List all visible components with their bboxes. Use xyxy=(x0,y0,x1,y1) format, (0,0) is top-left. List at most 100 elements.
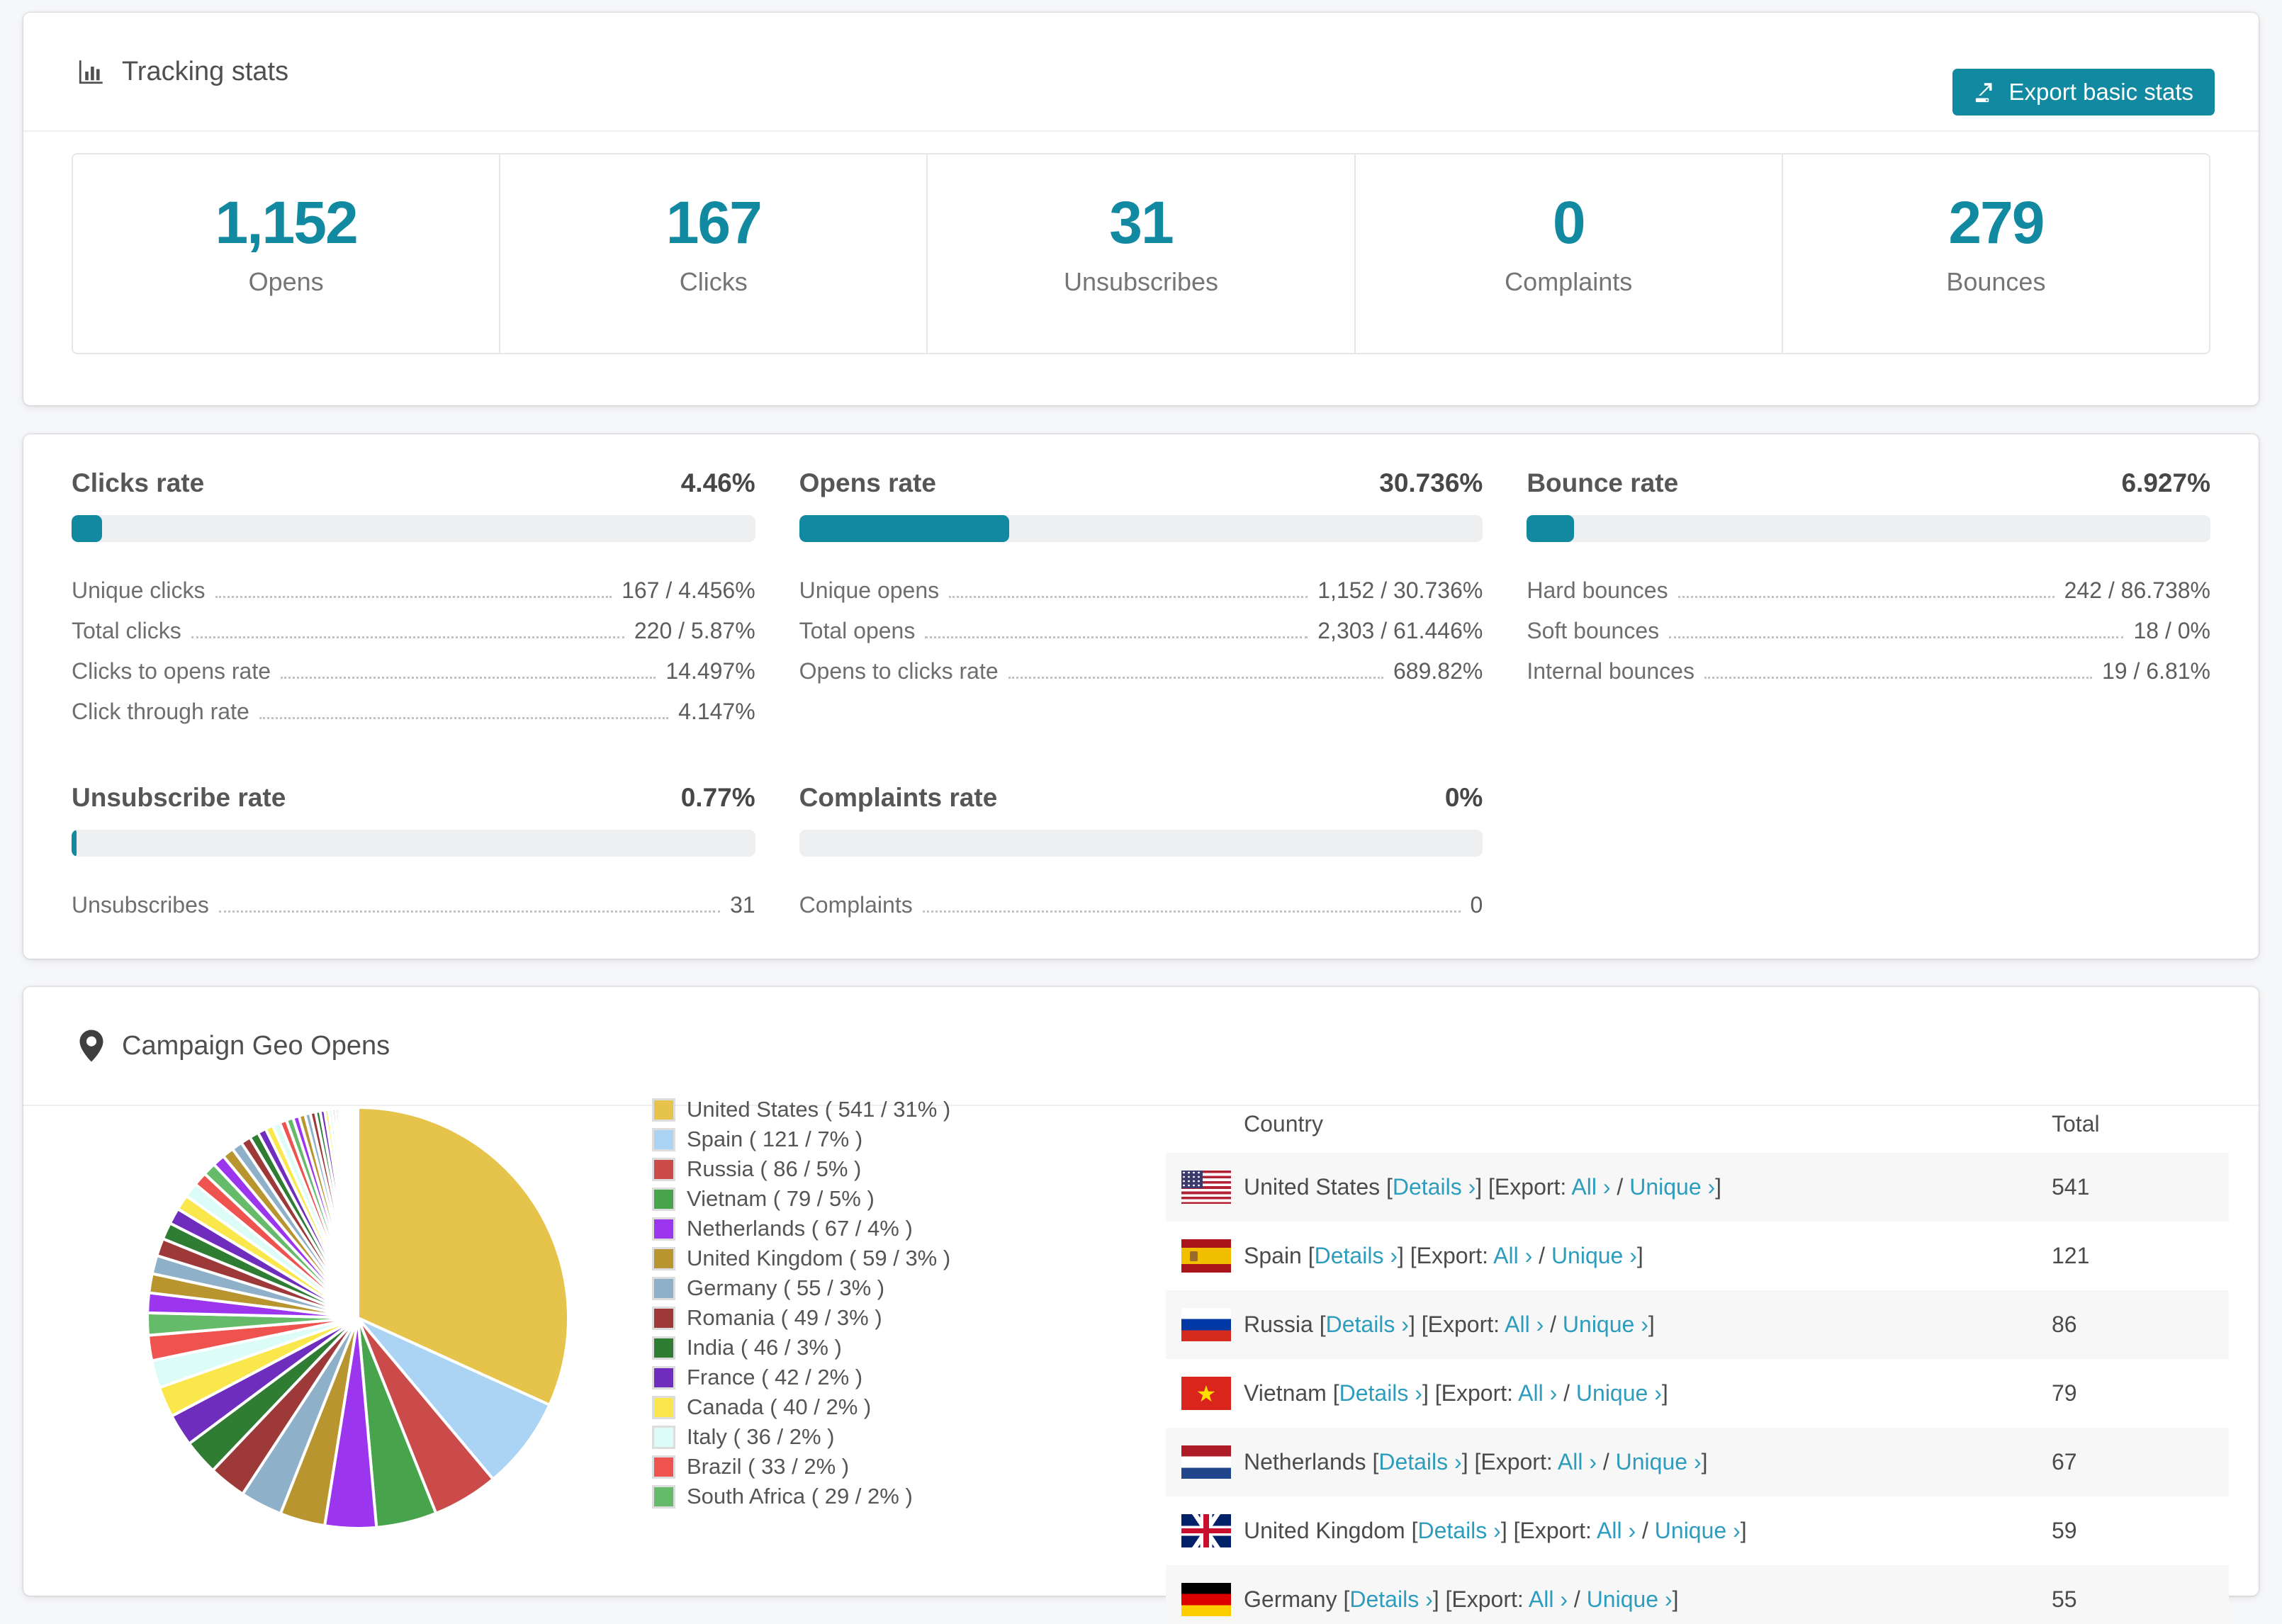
stat-label: Complaints xyxy=(1505,267,1633,296)
rate-detail-row: Hard bounces 242 / 86.738% xyxy=(1527,566,2210,607)
rate-detail-row: Total clicks 220 / 5.87% xyxy=(72,607,755,647)
table-row-nl: Netherlands [Details ›] [Export: All › /… xyxy=(1166,1428,2229,1496)
export-unique-link[interactable]: Unique › xyxy=(1563,1312,1648,1337)
flag-cell xyxy=(1166,1171,1244,1204)
rate-section-clicks-rate: Clicks rate 4.46% Unique clicks 167 / 4.456… xyxy=(72,468,755,728)
rate-section-header: Unsubscribe rate 0.77% xyxy=(72,783,755,813)
export-all-link[interactable]: All › xyxy=(1571,1174,1610,1200)
rate-progress-fill xyxy=(1527,515,1575,542)
bracket: ] [ xyxy=(1408,1312,1428,1337)
legend-label: United Kingdom ( 59 / 3% ) xyxy=(687,1246,951,1270)
stat-cell-unsubscribes: 31 Unsubscribes xyxy=(928,154,1356,353)
bracket: ] [ xyxy=(1397,1243,1417,1268)
map-pin-icon xyxy=(77,1030,106,1062)
country-cell: Vietnam [Details ›] [Export: All › / Uni… xyxy=(1244,1380,2052,1406)
legend-label: Vietnam ( 79 / 5% ) xyxy=(687,1186,875,1211)
detail-label: Total clicks xyxy=(72,618,181,643)
bracket: ] [ xyxy=(1461,1449,1481,1474)
details-link[interactable]: Details › xyxy=(1339,1380,1422,1406)
rate-progress-bar xyxy=(1527,515,2210,542)
detail-value: 1,152 / 30.736% xyxy=(1317,577,1483,603)
export-all-link[interactable]: All › xyxy=(1493,1243,1532,1268)
rate-section-header: Clicks rate 4.46% xyxy=(72,468,755,498)
details-link[interactable]: Details › xyxy=(1326,1312,1409,1337)
legend-label: Romania ( 49 / 3% ) xyxy=(687,1305,882,1330)
export-unique-link[interactable]: Unique › xyxy=(1587,1586,1673,1612)
bracket: [ xyxy=(1386,1174,1393,1200)
detail-label: Click through rate xyxy=(72,699,249,724)
legend-swatch xyxy=(652,1484,675,1509)
export-all-link[interactable]: All › xyxy=(1597,1518,1636,1543)
stat-label: Clicks xyxy=(679,267,748,296)
total-cell: 121 xyxy=(2052,1243,2090,1268)
dotted-leader xyxy=(191,636,624,638)
slash: / xyxy=(1610,1174,1630,1200)
export-unique-link[interactable]: Unique › xyxy=(1616,1449,1702,1474)
rate-detail-row: Click through rate 4.147% xyxy=(72,687,755,728)
country-column-header: Country xyxy=(1244,1110,1324,1137)
details-link[interactable]: Details › xyxy=(1349,1586,1432,1612)
export-all-link[interactable]: All › xyxy=(1558,1449,1597,1474)
tracking-stats-card: Tracking stats Export basic stats 1,152 O… xyxy=(23,13,2259,405)
stat-cell-clicks: 167 Clicks xyxy=(500,154,928,353)
export-all-link[interactable]: All › xyxy=(1505,1312,1544,1337)
dotted-leader xyxy=(949,596,1308,598)
legend-label: France ( 42 / 2% ) xyxy=(687,1365,863,1389)
legend-swatch xyxy=(652,1306,675,1330)
export-all-link[interactable]: All › xyxy=(1529,1586,1568,1612)
country-cell: Russia [Details ›] [Export: All › / Uniq… xyxy=(1244,1312,2052,1338)
export-unique-link[interactable]: Unique › xyxy=(1655,1518,1741,1543)
rate-value: 6.927% xyxy=(2121,468,2211,497)
rate-value: 4.46% xyxy=(680,468,755,497)
detail-value: 19 / 6.81% xyxy=(2102,658,2210,684)
rate-detail-row: Clicks to opens rate 14.497% xyxy=(72,647,755,687)
rate-section-header: Bounce rate 6.927% xyxy=(1527,468,2210,498)
country-name: Germany xyxy=(1244,1586,1344,1612)
rate-progress-bar xyxy=(72,515,755,542)
flag-cell xyxy=(1166,1445,1244,1479)
legend-swatch xyxy=(652,1246,675,1270)
geo-table: Country Total United States [Details ›] … xyxy=(1166,1095,2229,1624)
table-row-us: United States [Details ›] [Export: All ›… xyxy=(1166,1153,2229,1222)
rate-detail-rows: Unsubscribes 31 xyxy=(72,881,755,921)
dashboard-page: Tracking stats Export basic stats 1,152 O… xyxy=(0,0,2282,1624)
detail-label: Clicks to opens rate xyxy=(72,658,271,684)
legend-swatch xyxy=(652,1127,675,1151)
rate-section-header: Complaints rate 0% xyxy=(799,783,1483,813)
export-unique-link[interactable]: Unique › xyxy=(1629,1174,1715,1200)
table-row-de: Germany [Details ›] [Export: All › / Uni… xyxy=(1166,1565,2229,1624)
dotted-leader xyxy=(1677,596,2055,598)
country-name: United Kingdom xyxy=(1244,1518,1412,1543)
detail-label: Internal bounces xyxy=(1527,658,1694,684)
legend-item: South Africa ( 29 / 2% ) xyxy=(652,1482,950,1511)
legend-swatch xyxy=(652,1217,675,1241)
detail-value: 0 xyxy=(1470,892,1483,918)
es-flag-icon xyxy=(1181,1239,1231,1273)
geo-title: Campaign Geo Opens xyxy=(122,1030,390,1061)
rate-detail-rows: Unique clicks 167 / 4.456% Total clicks 220… xyxy=(72,566,755,728)
slash: / xyxy=(1532,1243,1551,1268)
details-link[interactable]: Details › xyxy=(1315,1243,1398,1268)
rate-detail-row: Unsubscribes 31 xyxy=(72,881,755,921)
export-all-link[interactable]: All › xyxy=(1518,1380,1557,1406)
bracket: ] xyxy=(1701,1449,1708,1474)
country-name: Netherlands xyxy=(1244,1449,1373,1474)
legend-item: United States ( 541 / 31% ) xyxy=(652,1095,950,1124)
bar-chart-icon xyxy=(77,57,106,86)
rate-section-complaints-rate: Complaints rate 0% Complaints 0 xyxy=(799,783,1483,921)
export-unique-link[interactable]: Unique › xyxy=(1551,1243,1637,1268)
export-basic-stats-button[interactable]: Export basic stats xyxy=(1952,69,2215,115)
export-unique-link[interactable]: Unique › xyxy=(1576,1380,1662,1406)
details-link[interactable]: Details › xyxy=(1393,1174,1476,1200)
rate-title: Opens rate xyxy=(799,468,936,497)
details-link[interactable]: Details › xyxy=(1378,1449,1461,1474)
bracket: [ xyxy=(1332,1380,1339,1406)
stat-cell-opens: 1,152 Opens xyxy=(73,154,501,353)
legend-item: United Kingdom ( 59 / 3% ) xyxy=(652,1244,950,1273)
details-link[interactable]: Details › xyxy=(1417,1518,1500,1543)
geo-opens-pie-chart xyxy=(146,1105,570,1530)
export-label: Export: xyxy=(1480,1449,1558,1474)
dotted-leader xyxy=(259,717,669,719)
flag-cell xyxy=(1166,1583,1244,1616)
dotted-leader xyxy=(1704,677,2092,679)
